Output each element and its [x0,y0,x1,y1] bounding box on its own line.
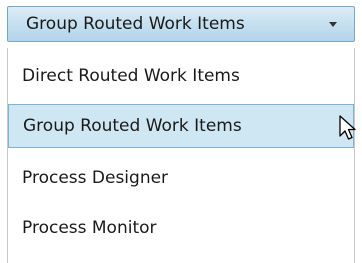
dropdown-list: Direct Routed Work Items Group Routed Wo… [7,48,355,263]
option-label: Direct Routed Work Items [22,66,240,86]
option-label: Process Designer [22,168,169,188]
option-process-monitor[interactable]: Process Monitor [8,206,354,250]
option-process-designer[interactable]: Process Designer [8,156,354,200]
option-direct-routed-work-items[interactable]: Direct Routed Work Items [8,54,354,98]
option-label: Group Routed Work Items [23,116,242,136]
option-label: Process Monitor [22,218,157,238]
selected-view-value: Group Routed Work Items [26,14,245,34]
option-group-routed-work-items[interactable]: Group Routed Work Items [8,104,354,148]
view-selector: Group Routed Work Items Direct Routed Wo… [0,0,362,263]
view-dropdown[interactable]: Group Routed Work Items [7,6,355,42]
chevron-down-icon [329,22,337,27]
